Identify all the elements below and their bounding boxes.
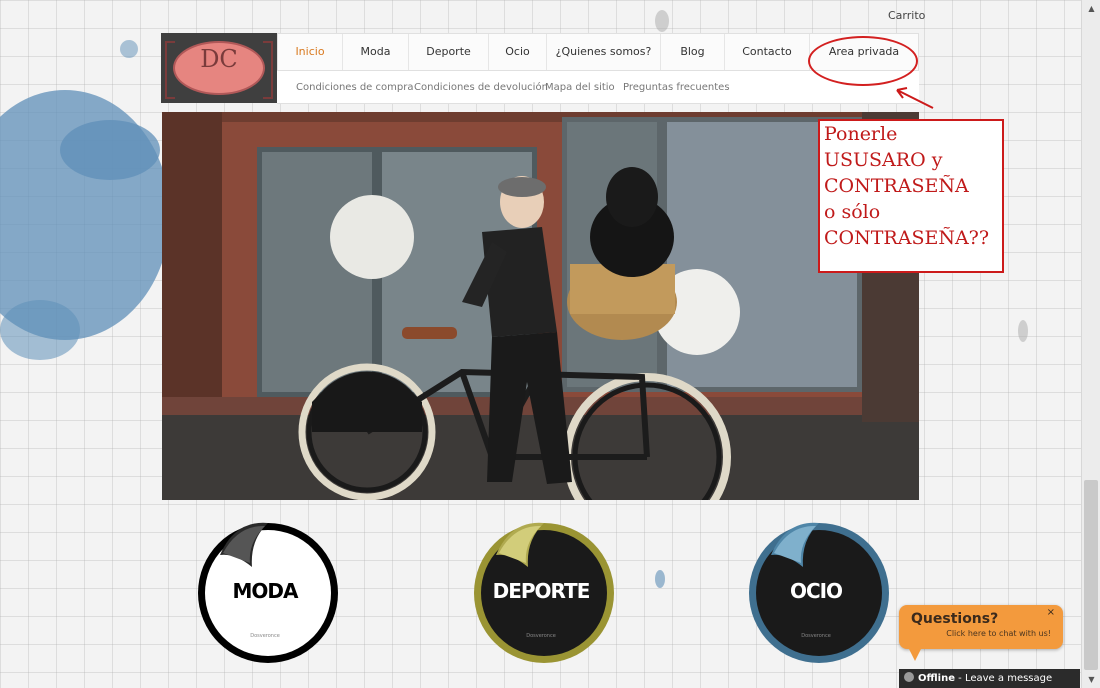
sticker-label: MODA	[232, 579, 299, 603]
logo-text: DC	[200, 45, 238, 73]
hero-photo	[162, 112, 919, 500]
nav-item-inicio[interactable]: Inicio	[278, 34, 343, 70]
annotation-arrow-icon	[896, 87, 934, 109]
subnav-preguntas-frecuentes[interactable]: Preguntas frecuentes	[623, 82, 730, 93]
paint-splash	[655, 570, 665, 588]
sticker-brand: Dosveronce	[801, 633, 831, 639]
category-sticker-ocio[interactable]: OCIO Dosveronce	[741, 515, 891, 665]
offline-status-icon	[904, 672, 914, 682]
paint-splash	[0, 300, 80, 360]
annotation-note: Ponerle USUSARO y CONTRASEÑA o sólo CONT…	[818, 119, 1004, 273]
nav-item-moda[interactable]: Moda	[343, 34, 409, 70]
annotation-line: Ponerle	[824, 123, 898, 145]
sticker-label: OCIO	[789, 579, 843, 603]
subnav-condiciones-compra[interactable]: Condiciones de compra	[296, 82, 413, 93]
sticker-label: DEPORTE	[492, 579, 591, 603]
annotation-line: USUSARO y	[824, 149, 943, 171]
chat-bubble-tail	[909, 649, 921, 661]
category-sticker-deporte[interactable]: DEPORTE Dosveronce	[466, 515, 616, 665]
nav-item-blog[interactable]: Blog	[661, 34, 725, 70]
category-sticker-moda[interactable]: MODA Dosveronce	[190, 515, 340, 665]
paint-splash	[655, 10, 669, 32]
annotation-line: o sólo	[824, 201, 881, 223]
scroll-down-arrow-icon[interactable]: ▼	[1082, 671, 1100, 688]
chat-widget[interactable]: Questions? × Click here to chat with us!	[899, 605, 1063, 661]
paint-splash	[120, 40, 138, 58]
chat-subtitle: Click here to chat with us!	[946, 629, 1051, 638]
chat-title: Questions?	[911, 611, 999, 627]
vertical-scrollbar[interactable]: ▲ ▼	[1081, 0, 1100, 688]
nav-item-deporte[interactable]: Deporte	[409, 34, 489, 70]
scrollbar-thumb[interactable]	[1084, 480, 1098, 670]
nav-item-ocio[interactable]: Ocio	[489, 34, 547, 70]
offline-message: - Leave a message	[955, 673, 1053, 684]
annotation-line: CONTRASEÑA??	[824, 227, 990, 249]
annotation-line: CONTRASEÑA	[824, 175, 969, 197]
subnav-condiciones-devolucion[interactable]: Condiciones de devolución	[414, 82, 548, 93]
paint-splash	[60, 120, 160, 180]
paint-splash	[1018, 320, 1028, 342]
annotation-circle	[808, 36, 918, 86]
scroll-up-arrow-icon[interactable]: ▲	[1082, 0, 1100, 17]
hero-banner-image	[162, 112, 919, 500]
nav-item-quienes-somos[interactable]: ¿Quienes somos?	[547, 34, 661, 70]
offline-message-bar[interactable]: Offline - Leave a message	[899, 669, 1080, 688]
cart-link[interactable]: Carrito	[888, 9, 925, 22]
sticker-brand: Dosveronce	[250, 633, 280, 639]
close-icon[interactable]: ×	[1047, 607, 1055, 618]
nav-item-contacto[interactable]: Contacto	[725, 34, 810, 70]
offline-status: Offline	[918, 673, 955, 684]
site-logo[interactable]: DC	[161, 33, 277, 103]
sticker-brand: Dosveronce	[526, 633, 556, 639]
subnav-mapa-sitio[interactable]: Mapa del sitio	[545, 82, 615, 93]
